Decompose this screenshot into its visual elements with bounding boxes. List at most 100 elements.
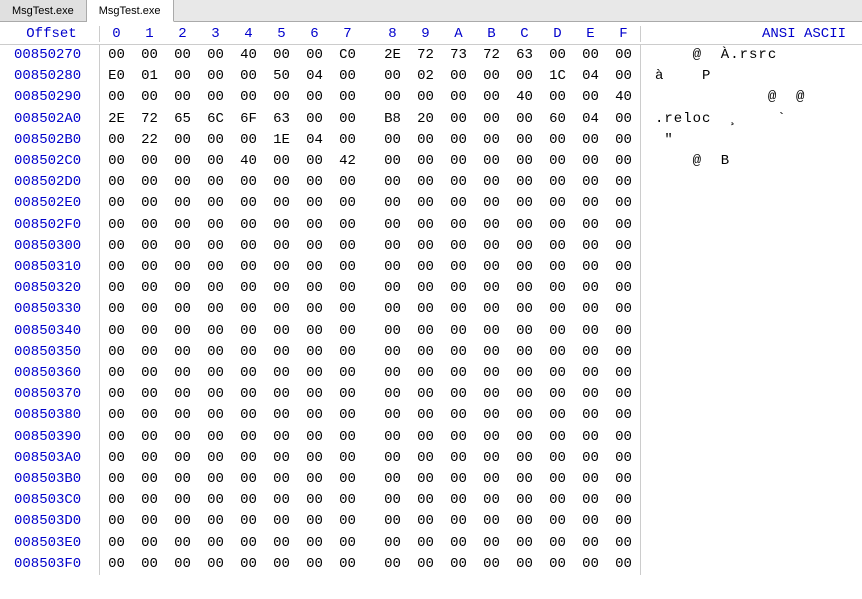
hex-row[interactable]: 0085039000000000000000000000000000000000 — [0, 427, 862, 448]
byte-cell[interactable]: 00 — [232, 172, 265, 193]
byte-cell[interactable]: 00 — [541, 427, 574, 448]
byte-cell[interactable]: 00 — [475, 427, 508, 448]
byte-cell[interactable]: 00 — [265, 342, 298, 363]
byte-cell[interactable]: 00 — [475, 342, 508, 363]
byte-cell[interactable]: 00 — [331, 554, 364, 575]
byte-cell[interactable]: 00 — [166, 490, 199, 511]
byte-cell[interactable]: 00 — [574, 469, 607, 490]
byte-cell[interactable]: 00 — [100, 384, 133, 405]
hex-row[interactable]: 0085033000000000000000000000000000000000 — [0, 299, 862, 320]
byte-cell[interactable]: 00 — [298, 109, 331, 130]
byte-cell[interactable]: 00 — [475, 511, 508, 532]
byte-cell[interactable]: 00 — [265, 427, 298, 448]
byte-cell[interactable]: 72 — [133, 109, 166, 130]
byte-cell[interactable]: 00 — [331, 427, 364, 448]
byte-cell[interactable]: 00 — [265, 321, 298, 342]
byte-cell[interactable]: 00 — [409, 511, 442, 532]
byte-cell[interactable]: 00 — [607, 193, 640, 214]
byte-cell[interactable]: 00 — [199, 533, 232, 554]
byte-cell[interactable]: 00 — [574, 193, 607, 214]
hex-row[interactable]: 00850280E00100000050040000020000001C0400… — [0, 66, 862, 87]
byte-cell[interactable]: 00 — [232, 215, 265, 236]
byte-cell[interactable]: 00 — [376, 278, 409, 299]
byte-cell[interactable]: 00 — [100, 87, 133, 108]
byte-cell[interactable]: 00 — [409, 215, 442, 236]
byte-cell[interactable]: 00 — [199, 554, 232, 575]
byte-cell[interactable]: 00 — [265, 299, 298, 320]
byte-cell[interactable]: 00 — [265, 151, 298, 172]
byte-cell[interactable]: 00 — [166, 299, 199, 320]
byte-cell[interactable]: B8 — [376, 109, 409, 130]
byte-cell[interactable]: 00 — [100, 299, 133, 320]
byte-cell[interactable]: 00 — [574, 342, 607, 363]
byte-cell[interactable]: 00 — [199, 448, 232, 469]
byte-cell[interactable]: 00 — [442, 490, 475, 511]
byte-cell[interactable]: 00 — [166, 172, 199, 193]
hex-row[interactable]: 008503B000000000000000000000000000000000 — [0, 469, 862, 490]
byte-cell[interactable]: 00 — [298, 172, 331, 193]
byte-cell[interactable]: 00 — [265, 236, 298, 257]
byte-cell[interactable]: 00 — [508, 172, 541, 193]
byte-cell[interactable]: 00 — [607, 257, 640, 278]
byte-cell[interactable]: 00 — [199, 151, 232, 172]
byte-cell[interactable]: 00 — [409, 490, 442, 511]
byte-cell[interactable]: 00 — [166, 321, 199, 342]
byte-cell[interactable]: 00 — [298, 511, 331, 532]
hex-row[interactable]: 008503F000000000000000000000000000000000 — [0, 554, 862, 575]
byte-cell[interactable]: 00 — [442, 215, 475, 236]
byte-cell[interactable]: 00 — [409, 299, 442, 320]
byte-cell[interactable]: 00 — [133, 533, 166, 554]
byte-cell[interactable]: 00 — [409, 87, 442, 108]
byte-cell[interactable]: C0 — [331, 45, 364, 66]
byte-cell[interactable]: 00 — [607, 469, 640, 490]
byte-cell[interactable]: 00 — [376, 257, 409, 278]
byte-cell[interactable]: 00 — [166, 236, 199, 257]
byte-cell[interactable]: 00 — [475, 533, 508, 554]
byte-cell[interactable]: 00 — [607, 342, 640, 363]
byte-cell[interactable]: 63 — [265, 109, 298, 130]
byte-cell[interactable]: 00 — [409, 130, 442, 151]
byte-cell[interactable]: 00 — [232, 405, 265, 426]
byte-cell[interactable]: 00 — [133, 363, 166, 384]
byte-cell[interactable]: 42 — [331, 151, 364, 172]
byte-cell[interactable]: 00 — [265, 554, 298, 575]
byte-cell[interactable]: 00 — [475, 490, 508, 511]
byte-cell[interactable]: 00 — [100, 215, 133, 236]
hex-row[interactable]: 0085027000000000400000C02E72737263000000… — [0, 45, 862, 66]
byte-cell[interactable]: 00 — [574, 45, 607, 66]
byte-cell[interactable]: 00 — [508, 363, 541, 384]
byte-cell[interactable]: 00 — [331, 257, 364, 278]
byte-cell[interactable]: 00 — [199, 236, 232, 257]
byte-cell[interactable]: 00 — [199, 342, 232, 363]
byte-cell[interactable]: 04 — [574, 66, 607, 87]
byte-cell[interactable]: 00 — [331, 87, 364, 108]
byte-cell[interactable]: 00 — [574, 130, 607, 151]
byte-cell[interactable]: 00 — [508, 533, 541, 554]
byte-cell[interactable]: 00 — [199, 215, 232, 236]
byte-cell[interactable]: 00 — [166, 448, 199, 469]
byte-cell[interactable]: 1E — [265, 130, 298, 151]
byte-cell[interactable]: 00 — [508, 109, 541, 130]
byte-cell[interactable]: 00 — [541, 469, 574, 490]
byte-cell[interactable]: 00 — [166, 257, 199, 278]
byte-cell[interactable]: 00 — [100, 257, 133, 278]
byte-cell[interactable]: 00 — [607, 448, 640, 469]
byte-cell[interactable]: 00 — [331, 405, 364, 426]
byte-cell[interactable]: 00 — [541, 405, 574, 426]
byte-cell[interactable]: 00 — [475, 130, 508, 151]
byte-cell[interactable]: 00 — [376, 236, 409, 257]
byte-cell[interactable]: 00 — [199, 469, 232, 490]
byte-cell[interactable]: 00 — [298, 45, 331, 66]
byte-cell[interactable]: 00 — [442, 66, 475, 87]
byte-cell[interactable]: 00 — [133, 490, 166, 511]
byte-cell[interactable]: 00 — [199, 384, 232, 405]
byte-cell[interactable]: 00 — [133, 554, 166, 575]
byte-cell[interactable]: 6C — [199, 109, 232, 130]
byte-cell[interactable]: 00 — [232, 257, 265, 278]
byte-cell[interactable]: 00 — [133, 384, 166, 405]
byte-cell[interactable]: 00 — [607, 363, 640, 384]
byte-cell[interactable]: 00 — [133, 511, 166, 532]
byte-cell[interactable]: 60 — [541, 109, 574, 130]
byte-cell[interactable]: 00 — [607, 405, 640, 426]
hex-row[interactable]: 008503D000000000000000000000000000000000 — [0, 511, 862, 532]
